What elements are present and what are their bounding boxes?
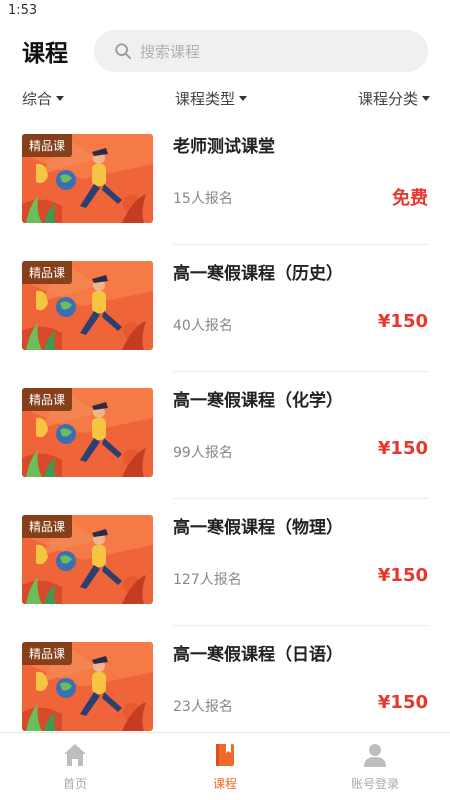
enroll-count: 23人报名 bbox=[173, 699, 233, 715]
course-title: 高一寒假课程（历史） bbox=[173, 264, 343, 284]
search-input[interactable]: 搜索课程 bbox=[94, 30, 428, 72]
filter-label: 课程类型 bbox=[174, 89, 235, 108]
course-thumbnail: 精品课 bbox=[22, 642, 153, 731]
tab-course[interactable]: 课程 bbox=[150, 733, 300, 800]
filter-course-category[interactable]: 课程分类 bbox=[358, 88, 430, 109]
enroll-count: 15人报名 bbox=[173, 191, 233, 207]
premium-badge: 精品课 bbox=[22, 515, 73, 538]
enroll-count: 127人报名 bbox=[173, 572, 242, 588]
tab-label: 课程 bbox=[212, 777, 237, 791]
tab-label: 首页 bbox=[62, 777, 87, 791]
search-placeholder: 搜索课程 bbox=[140, 42, 201, 61]
course-thumbnail: 精品课 bbox=[22, 134, 153, 223]
course-price: ¥150 bbox=[377, 692, 428, 713]
course-title: 高一寒假课程（日语） bbox=[173, 645, 343, 665]
status-bar: 1:53 bbox=[0, 0, 450, 24]
course-info: 高一寒假课程（物理） 127人报名 ¥150 bbox=[173, 515, 428, 626]
filter-label: 课程分类 bbox=[357, 89, 418, 108]
filter-sort[interactable]: 综合 bbox=[22, 88, 65, 109]
search-icon bbox=[115, 43, 132, 60]
home-icon bbox=[64, 744, 86, 766]
tab-label: 账号登录 bbox=[350, 777, 399, 791]
header: 课程 搜索课程 bbox=[0, 24, 450, 78]
premium-badge: 精品课 bbox=[22, 388, 73, 411]
course-thumbnail: 精品课 bbox=[22, 515, 153, 604]
premium-badge: 精品课 bbox=[22, 261, 73, 284]
course-list-item[interactable]: 精品课 高一寒假课程（化学） 99人报名 ¥150 bbox=[22, 374, 428, 501]
course-title: 老师测试课堂 bbox=[173, 137, 275, 157]
enroll-count: 99人报名 bbox=[173, 445, 233, 461]
course-book-icon bbox=[216, 744, 234, 766]
course-title: 高一寒假课程（化学） bbox=[173, 391, 343, 411]
course-price: ¥150 bbox=[377, 438, 428, 459]
filter-course-type[interactable]: 课程类型 bbox=[175, 88, 247, 109]
caret-down-icon bbox=[56, 95, 65, 101]
tab-home[interactable]: 首页 bbox=[0, 733, 150, 800]
course-info: 高一寒假课程（历史） 40人报名 ¥150 bbox=[173, 261, 428, 372]
course-title: 高一寒假课程（物理） bbox=[173, 518, 343, 538]
course-list-item[interactable]: 精品课 老师测试课堂 15人报名 免费 bbox=[22, 120, 428, 247]
course-thumbnail: 精品课 bbox=[22, 261, 153, 350]
course-list: 精品课 老师测试课堂 15人报名 免费 精品课 高一寒假课程（历史） 40人报名… bbox=[0, 120, 450, 755]
enroll-count: 40人报名 bbox=[173, 318, 233, 334]
course-list-item[interactable]: 精品课 高一寒假课程（历史） 40人报名 ¥150 bbox=[22, 247, 428, 374]
premium-badge: 精品课 bbox=[22, 642, 73, 665]
course-list-item[interactable]: 精品课 高一寒假课程（物理） 127人报名 ¥150 bbox=[22, 501, 428, 628]
user-icon bbox=[364, 744, 386, 767]
tab-account-login[interactable]: 账号登录 bbox=[300, 733, 450, 800]
filter-label: 综合 bbox=[22, 89, 53, 108]
course-thumbnail: 精品课 bbox=[22, 388, 153, 477]
caret-down-icon bbox=[421, 95, 430, 101]
status-time: 1:53 bbox=[8, 3, 38, 18]
bottom-tab-bar: 首页 课程 账号登录 bbox=[0, 732, 450, 800]
page-title: 课程 bbox=[22, 41, 68, 67]
course-info: 老师测试课堂 15人报名 免费 bbox=[173, 134, 428, 245]
caret-down-icon bbox=[239, 95, 247, 101]
course-info: 高一寒假课程（化学） 99人报名 ¥150 bbox=[173, 388, 428, 499]
course-price: ¥150 bbox=[377, 565, 428, 586]
premium-badge: 精品课 bbox=[22, 134, 73, 157]
course-price: 免费 bbox=[392, 188, 428, 209]
filter-bar: 综合 课程类型 课程分类 bbox=[0, 78, 450, 118]
course-price: ¥150 bbox=[377, 311, 428, 332]
